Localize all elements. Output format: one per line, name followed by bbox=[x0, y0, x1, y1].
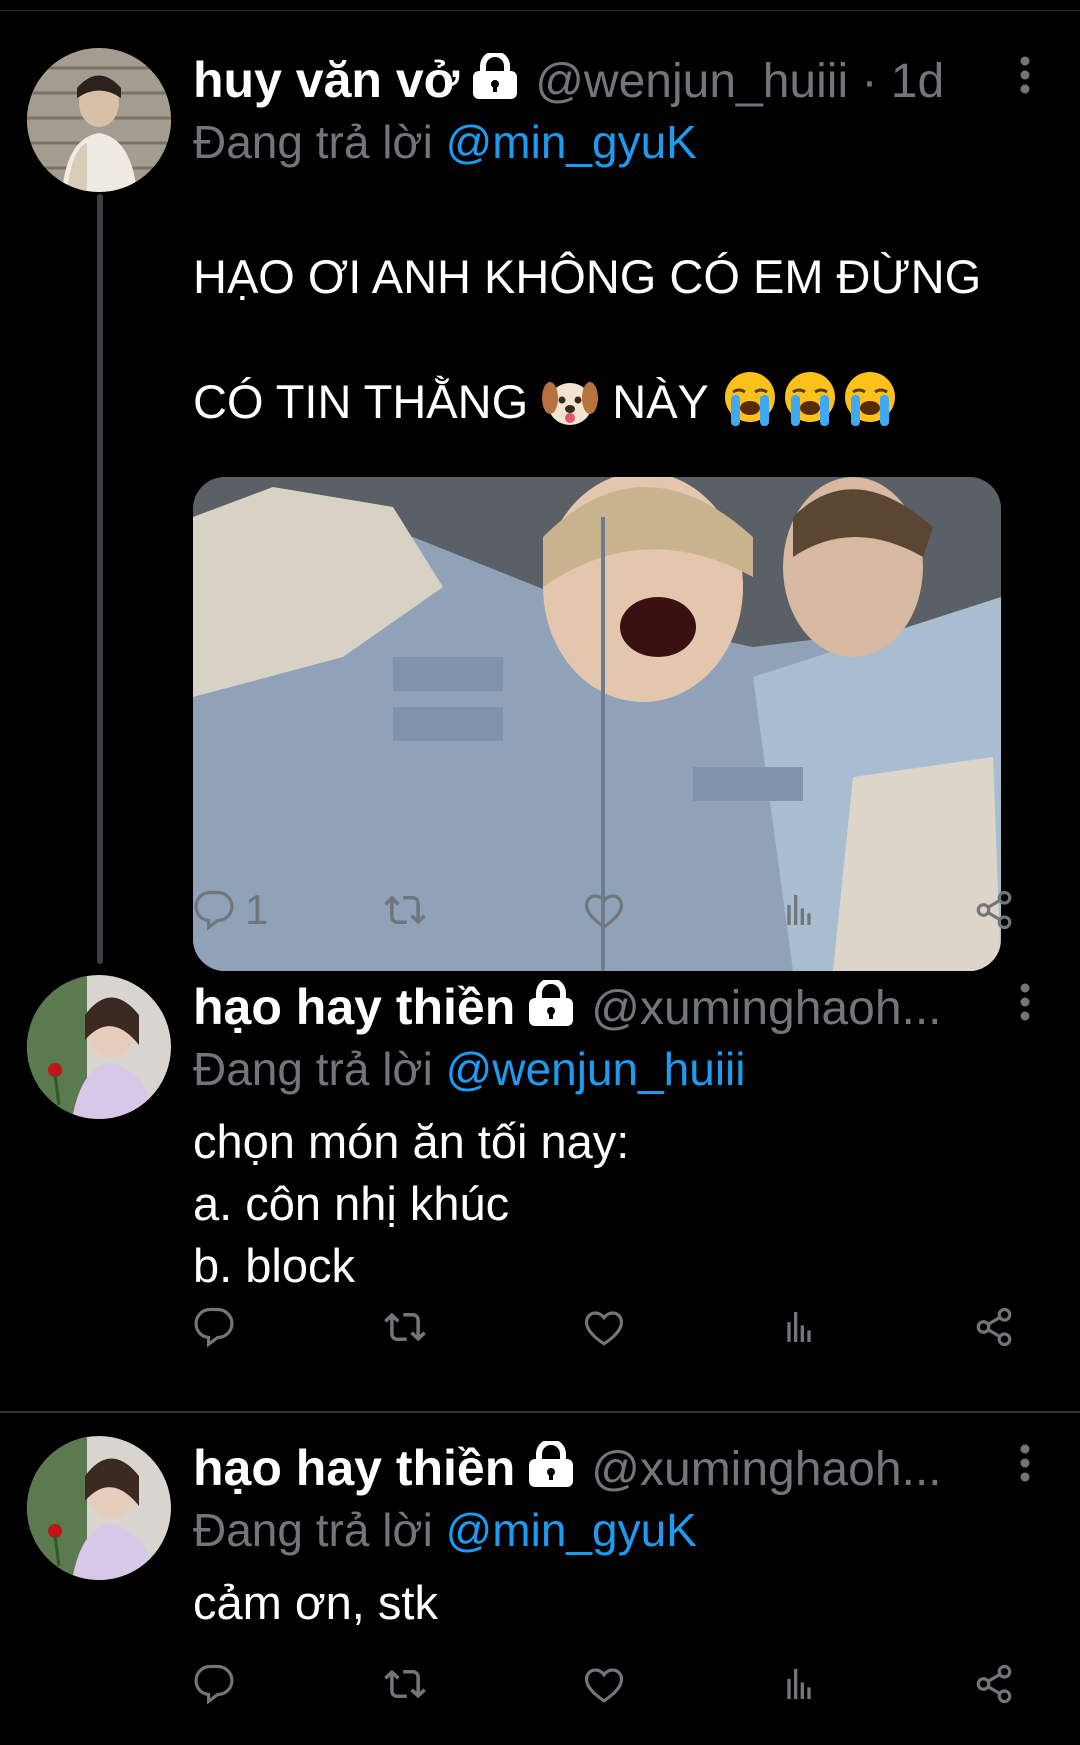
tweet-actions bbox=[193, 1654, 1023, 1714]
mention-link[interactable]: @wenjun_huiii bbox=[446, 1043, 746, 1095]
tweet-actions: 1 bbox=[193, 880, 1023, 940]
lock-icon bbox=[469, 51, 521, 118]
like-icon bbox=[584, 1668, 624, 1703]
handle[interactable]: @xuminghaoh... bbox=[591, 982, 941, 1035]
replying-to: Đang trả lời @min_gyuK bbox=[193, 1504, 697, 1556]
like-icon bbox=[584, 894, 624, 929]
reply-icon bbox=[194, 1307, 234, 1348]
retweet-button[interactable] bbox=[383, 880, 427, 940]
retweet-icon bbox=[384, 895, 426, 925]
thread-line bbox=[97, 194, 103, 964]
reply-button[interactable]: 1 bbox=[193, 880, 268, 940]
more-vertical-icon[interactable] bbox=[1018, 48, 1032, 112]
more-vertical-icon[interactable] bbox=[1018, 975, 1032, 1039]
replying-to: Đang trả lời @wenjun_huiii bbox=[193, 1043, 746, 1095]
avatar[interactable] bbox=[27, 48, 171, 192]
views-button[interactable] bbox=[779, 1654, 819, 1714]
tweet-text: chọn món ăn tối nay: a. côn nhị khúc b. … bbox=[193, 1115, 630, 1292]
views-icon bbox=[787, 1669, 811, 1699]
share-button[interactable] bbox=[973, 1654, 1015, 1714]
retweet-button[interactable] bbox=[383, 1654, 427, 1714]
retweet-icon bbox=[384, 1312, 426, 1342]
reply-icon bbox=[194, 890, 234, 931]
tweet-text: cảm ơn, stk bbox=[193, 1576, 438, 1629]
reply-count: 1 bbox=[245, 886, 269, 933]
views-icon bbox=[787, 895, 811, 925]
share-icon bbox=[976, 890, 1012, 930]
views-button[interactable] bbox=[779, 880, 819, 940]
mention-link[interactable]: @min_gyuK bbox=[446, 116, 697, 168]
tweet-text: HẠO ƠI ANH KHÔNG CÓ EM ĐỪNG CÓ TIN THẰNG… bbox=[193, 184, 1040, 443]
share-button[interactable] bbox=[973, 1297, 1015, 1357]
retweet-icon bbox=[384, 1669, 426, 1699]
views-icon bbox=[787, 1312, 811, 1342]
display-name[interactable]: hạo hay thiền bbox=[193, 1440, 515, 1496]
like-icon bbox=[584, 1311, 624, 1346]
tweet-divider bbox=[0, 1411, 1080, 1413]
lock-icon bbox=[525, 1439, 577, 1506]
top-divider bbox=[0, 10, 1080, 11]
handle-and-time[interactable]: @wenjun_huiii · 1d bbox=[535, 55, 944, 108]
reply-icon bbox=[194, 1664, 234, 1705]
reply-button[interactable] bbox=[193, 1654, 235, 1714]
mention-link[interactable]: @min_gyuK bbox=[446, 1504, 697, 1556]
lock-icon bbox=[525, 978, 577, 1045]
dog-face-emoji bbox=[541, 376, 599, 443]
avatar[interactable] bbox=[27, 975, 171, 1119]
handle[interactable]: @xuminghaoh... bbox=[591, 1443, 941, 1496]
share-icon bbox=[976, 1307, 1012, 1347]
share-button[interactable] bbox=[973, 880, 1015, 940]
avatar[interactable] bbox=[27, 1436, 171, 1580]
tweet-actions bbox=[193, 1297, 1023, 1357]
like-button[interactable] bbox=[583, 880, 625, 940]
display-name[interactable]: huy văn vở bbox=[193, 52, 459, 108]
retweet-button[interactable] bbox=[383, 1297, 427, 1357]
reply-button[interactable] bbox=[193, 1297, 235, 1357]
like-button[interactable] bbox=[583, 1654, 625, 1714]
like-button[interactable] bbox=[583, 1297, 625, 1357]
views-button[interactable] bbox=[779, 1297, 819, 1357]
display-name[interactable]: hạo hay thiền bbox=[193, 979, 515, 1035]
replying-to: Đang trả lời @min_gyuK bbox=[193, 116, 697, 168]
share-icon bbox=[976, 1664, 1012, 1704]
loudly-crying-face-emoji bbox=[721, 370, 901, 443]
more-vertical-icon[interactable] bbox=[1018, 1436, 1032, 1500]
